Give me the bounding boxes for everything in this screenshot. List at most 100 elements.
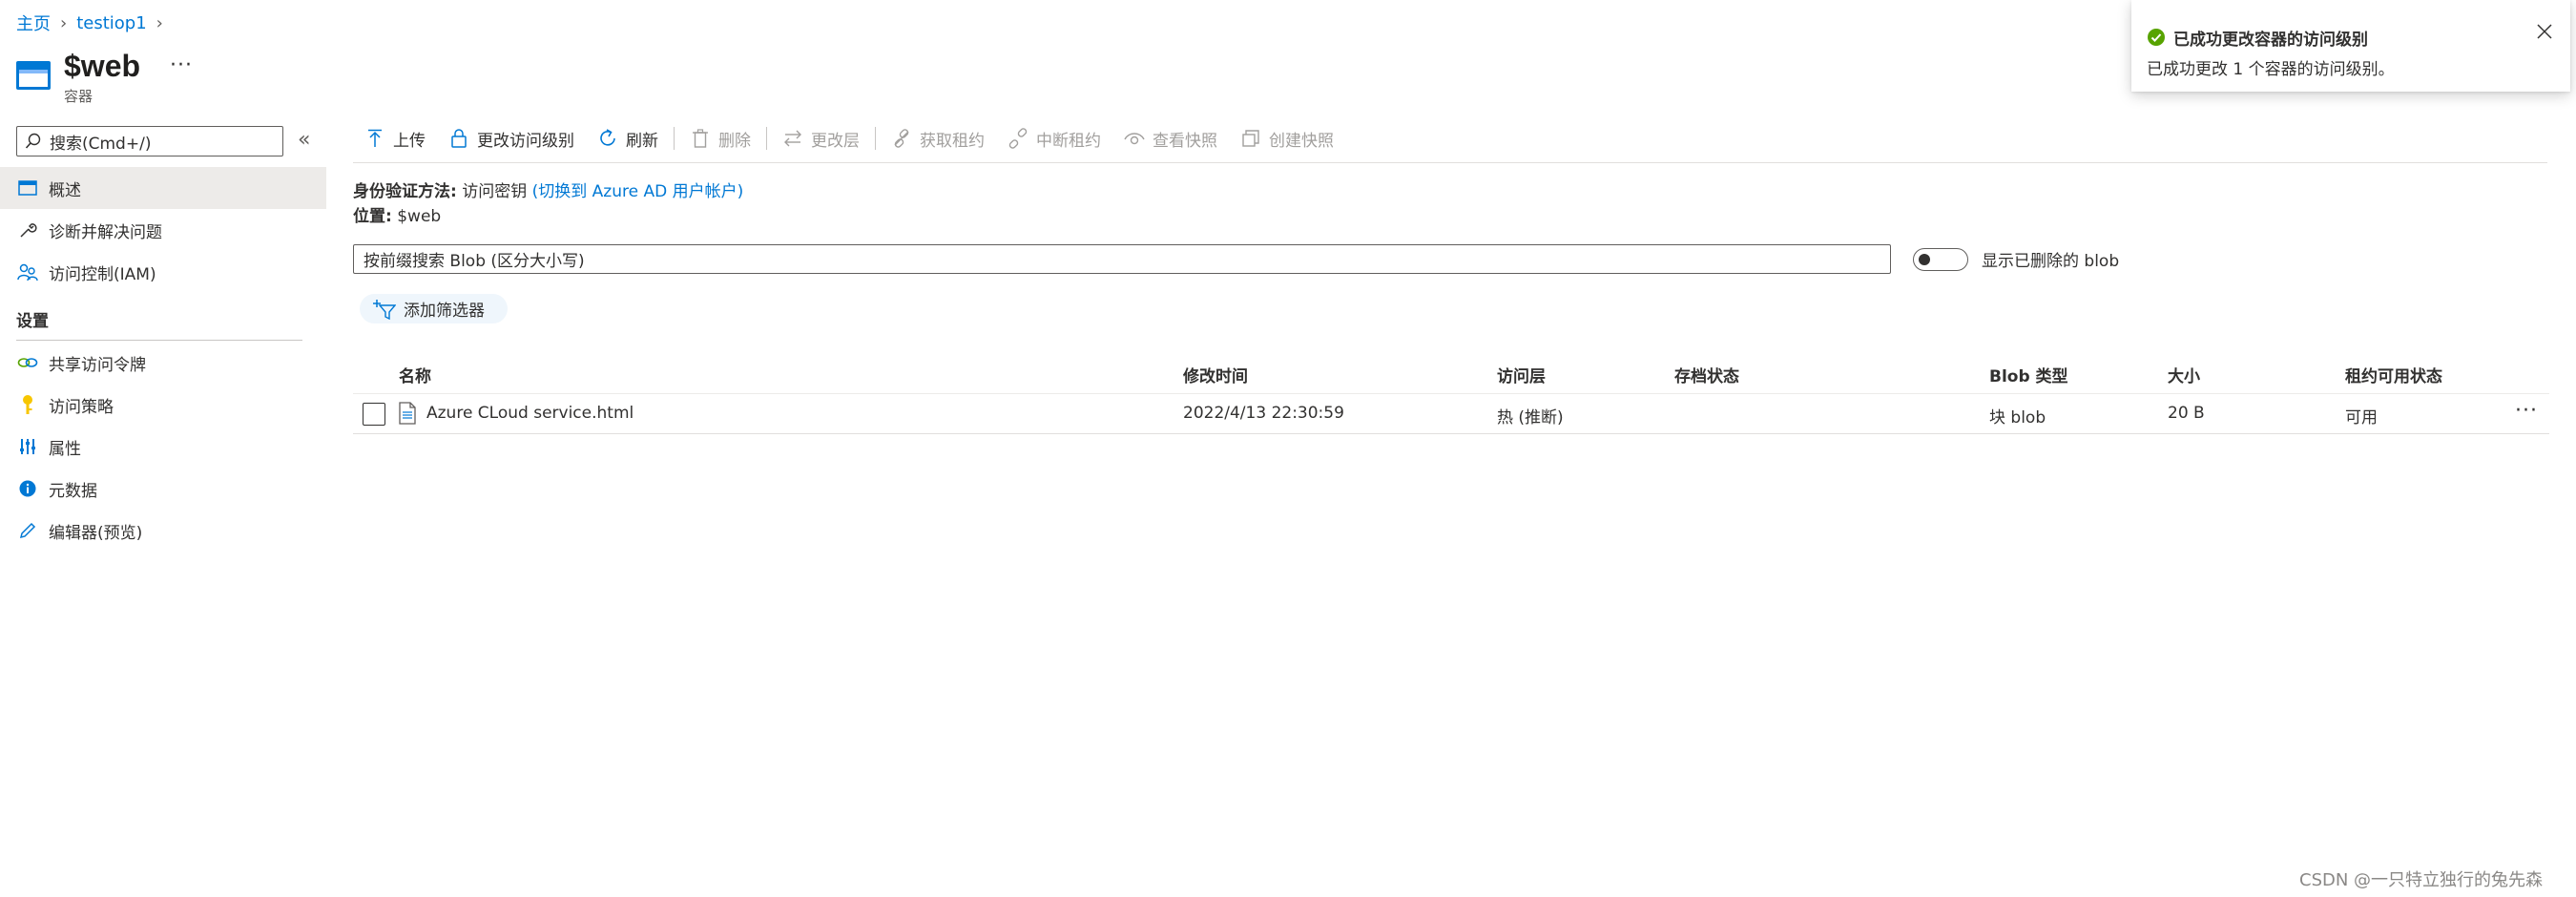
refresh-label: 刷新 bbox=[626, 131, 658, 151]
broken-link-icon bbox=[1008, 128, 1028, 149]
blob-search-placeholder: 按前缀搜索 Blob (区分大小写) bbox=[364, 252, 585, 271]
trash-icon bbox=[690, 128, 711, 149]
sidebar-nav: 概述 诊断并解决问题 访问控制(IAM) bbox=[0, 167, 326, 293]
table-row-divider bbox=[353, 433, 2549, 434]
sidebar-settings-nav: 共享访问令牌 访问策略 属性 元数据 编辑器(预览) bbox=[0, 342, 326, 552]
change-tier-button[interactable]: 更改层 bbox=[771, 120, 871, 156]
create-snapshot-button[interactable]: 创建快照 bbox=[1229, 120, 1345, 156]
row-checkbox[interactable] bbox=[363, 403, 385, 426]
acquire-lease-button[interactable]: 获取租约 bbox=[880, 120, 996, 156]
column-header-blob-type[interactable]: Blob 类型 bbox=[1989, 363, 2068, 386]
toggle-knob bbox=[1919, 254, 1930, 265]
sidebar-item-label: 属性 bbox=[49, 439, 81, 459]
sidebar-item-overview[interactable]: 概述 bbox=[0, 167, 326, 209]
acquire-lease-label: 获取租约 bbox=[920, 131, 985, 151]
column-header-modified[interactable]: 修改时间 bbox=[1183, 363, 1248, 386]
sidebar-item-metadata[interactable]: 元数据 bbox=[0, 468, 326, 510]
column-header-tier[interactable]: 访问层 bbox=[1497, 363, 1546, 386]
eye-icon bbox=[1124, 128, 1145, 149]
auth-method-value: 访问密钥 bbox=[462, 182, 528, 201]
refresh-button[interactable]: 刷新 bbox=[586, 120, 670, 156]
search-icon bbox=[25, 133, 41, 149]
toolbar-divider bbox=[875, 127, 876, 150]
column-header-name[interactable]: 名称 bbox=[399, 363, 431, 386]
key-icon bbox=[16, 393, 39, 416]
people-icon bbox=[16, 261, 39, 283]
swap-icon bbox=[782, 128, 803, 149]
snapshot-icon bbox=[1240, 128, 1261, 149]
overview-icon bbox=[16, 177, 39, 199]
sidebar-search-input[interactable]: 搜索(Cmd+/) bbox=[16, 126, 283, 156]
pencil-icon bbox=[16, 519, 39, 542]
close-icon[interactable] bbox=[2536, 23, 2553, 45]
upload-label: 上传 bbox=[393, 131, 426, 151]
file-icon bbox=[399, 402, 416, 429]
sidebar-divider bbox=[16, 340, 302, 341]
success-notification: 已成功更改容器的访问级别 已成功更改 1 个容器的访问级别。 bbox=[2131, 0, 2570, 92]
link-icon bbox=[891, 128, 912, 149]
sidebar-item-label: 元数据 bbox=[49, 481, 97, 501]
more-options-icon[interactable]: ··· bbox=[170, 53, 193, 77]
table-header-divider bbox=[353, 393, 2549, 394]
auth-method: 身份验证方法: 访问密钥 (切换到 Azure AD 用户帐户) bbox=[353, 177, 743, 201]
switch-to-azure-ad-link[interactable]: (切换到 Azure AD 用户帐户) bbox=[532, 182, 744, 201]
break-lease-button[interactable]: 中断租约 bbox=[996, 120, 1112, 156]
upload-icon bbox=[364, 128, 385, 149]
view-snapshots-label: 查看快照 bbox=[1153, 131, 1217, 151]
sidebar-section-settings: 设置 bbox=[16, 312, 49, 331]
breadcrumb: 主页 › testiop1 › bbox=[16, 10, 163, 35]
sidebar-item-label: 诊断并解决问题 bbox=[49, 222, 162, 242]
toolbar-divider bbox=[674, 127, 675, 150]
success-check-icon bbox=[2147, 28, 2166, 52]
column-header-size[interactable]: 大小 bbox=[2168, 363, 2200, 386]
add-filter-icon bbox=[373, 299, 396, 320]
change-access-label: 更改访问级别 bbox=[477, 131, 574, 151]
show-deleted-toggle[interactable] bbox=[1913, 248, 1968, 271]
blob-type: 块 blob bbox=[1989, 408, 2046, 428]
sidebar-item-sas[interactable]: 共享访问令牌 bbox=[0, 342, 326, 384]
sidebar-item-label: 概述 bbox=[49, 180, 81, 200]
breadcrumb-parent-link[interactable]: testiop1 bbox=[76, 13, 146, 33]
view-snapshots-button[interactable]: 查看快照 bbox=[1112, 120, 1229, 156]
location-value: $web bbox=[397, 207, 442, 226]
notification-title: 已成功更改容器的访问级别 bbox=[2173, 31, 2368, 50]
sidebar-item-iam[interactable]: 访问控制(IAM) bbox=[0, 251, 326, 293]
collapse-sidebar-icon[interactable]: « bbox=[298, 128, 310, 152]
sidebar-item-properties[interactable]: 属性 bbox=[0, 426, 326, 468]
delete-button[interactable]: 删除 bbox=[678, 120, 762, 156]
blob-prefix-search-input[interactable]: 按前缀搜索 Blob (区分大小写) bbox=[353, 244, 1891, 274]
page-subtitle: 容器 bbox=[64, 88, 93, 105]
sidebar-item-diagnose[interactable]: 诊断并解决问题 bbox=[0, 209, 326, 251]
chevron-right-icon: › bbox=[156, 12, 163, 33]
location-label: 位置: bbox=[353, 207, 392, 226]
sidebar-item-access-policy[interactable]: 访问策略 bbox=[0, 384, 326, 426]
upload-button[interactable]: 上传 bbox=[353, 120, 437, 156]
location: 位置: $web bbox=[353, 202, 441, 226]
column-header-lease-state[interactable]: 租约可用状态 bbox=[2345, 363, 2442, 386]
refresh-icon bbox=[597, 128, 618, 149]
notification-body: 已成功更改 1 个容器的访问级别。 bbox=[2147, 60, 2395, 79]
command-bar: 上传 更改访问级别 刷新 删除 更改层 获取租约 中断租约 查看快照 创建快照 bbox=[353, 120, 1345, 156]
wrench-icon bbox=[16, 219, 39, 241]
blob-tier: 热 (推断) bbox=[1497, 408, 1564, 428]
change-access-level-button[interactable]: 更改访问级别 bbox=[437, 120, 586, 156]
breadcrumb-home-link[interactable]: 主页 bbox=[16, 10, 51, 35]
link-icon bbox=[16, 351, 39, 374]
sidebar-item-editor[interactable]: 编辑器(预览) bbox=[0, 510, 326, 552]
toolbar-divider bbox=[766, 127, 767, 150]
toolbar-divider-line bbox=[353, 162, 2547, 163]
column-header-archive-status[interactable]: 存档状态 bbox=[1674, 363, 1739, 386]
row-more-options-icon[interactable]: ··· bbox=[2515, 399, 2538, 423]
break-lease-label: 中断租约 bbox=[1036, 131, 1101, 151]
blob-name-link[interactable]: Azure CLoud service.html bbox=[426, 404, 634, 423]
auth-method-label: 身份验证方法: bbox=[353, 182, 457, 201]
delete-label: 删除 bbox=[718, 131, 751, 151]
add-filter-button[interactable]: 添加筛选器 bbox=[360, 294, 508, 323]
info-icon bbox=[16, 477, 39, 500]
search-placeholder: 搜索(Cmd+/) bbox=[50, 134, 152, 154]
page-title: $web bbox=[64, 49, 141, 83]
sidebar-item-label: 访问策略 bbox=[49, 397, 114, 417]
blob-lease-state: 可用 bbox=[2345, 408, 2378, 428]
create-snapshot-label: 创建快照 bbox=[1269, 131, 1334, 151]
sidebar-item-label: 编辑器(预览) bbox=[49, 523, 143, 543]
